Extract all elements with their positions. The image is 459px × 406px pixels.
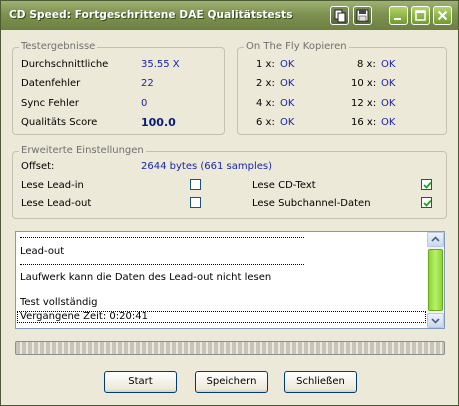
quality-score-value: 100.0 [141, 116, 176, 129]
otf-speed-16x: 16 x: [351, 117, 377, 128]
sync-errors-label: Sync Fehler [21, 98, 80, 109]
save-button[interactable]: Speichern [195, 371, 268, 393]
read-leadout-checkbox[interactable] [190, 197, 201, 208]
otf-speed-4x: 4 x: [256, 98, 275, 109]
sync-errors-value: 0 [141, 98, 148, 109]
scroll-thumb[interactable] [428, 249, 443, 311]
read-leadin-label: Lese Lead-in [21, 180, 84, 191]
otf-speed-8x: 8 x: [357, 59, 376, 70]
otf-status-1x: OK [280, 59, 295, 70]
close-button[interactable] [433, 6, 452, 25]
otf-status-8x: OK [381, 59, 396, 70]
otf-status-2x: OK [280, 78, 295, 89]
read-cdtext-label: Lese CD-Text [252, 180, 316, 191]
read-subchannel-label: Lese Subchannel-Daten [252, 198, 371, 209]
save-icon [356, 9, 369, 22]
progress-bar [15, 341, 445, 355]
otf-speed-10x: 10 x: [351, 78, 377, 89]
start-button[interactable]: Start [104, 371, 177, 393]
otf-status-6x: OK [280, 117, 295, 128]
dae-quality-window: CD Speed: Fortgeschrittene DAE Qualitäts… [0, 0, 459, 406]
log-line: Vergangene Zeit: 0:20:41 [20, 311, 148, 322]
close-icon [437, 10, 448, 21]
quality-score-label: Qualitäts Score [21, 117, 98, 128]
scroll-down-button[interactable] [427, 313, 444, 328]
data-errors-label: Datenfehler [21, 78, 81, 89]
minimize-button[interactable] [389, 6, 408, 25]
log-scrollbar[interactable] [427, 232, 444, 328]
read-cdtext-checkbox[interactable] [421, 179, 432, 190]
maximize-icon [415, 10, 426, 21]
avg-speed-value: 35.55 X [141, 59, 180, 70]
read-leadout-label: Lese Lead-out [21, 198, 92, 209]
data-errors-value: 22 [141, 78, 154, 89]
maximize-button[interactable] [411, 6, 430, 25]
arrow-up-icon [431, 236, 440, 242]
checkmark-icon [423, 181, 432, 189]
scroll-up-button[interactable] [427, 232, 444, 247]
log-line: Test vollständig [20, 297, 98, 308]
read-leadin-checkbox[interactable] [190, 179, 201, 190]
log-separator [20, 264, 304, 265]
otf-speed-6x: 6 x: [256, 117, 275, 128]
read-subchannel-checkbox[interactable] [421, 197, 432, 208]
log-output[interactable]: Lead-out Laufwerk kann die Daten des Lea… [15, 231, 445, 329]
arrow-down-icon [431, 318, 440, 324]
window-title: CD Speed: Fortgeschrittene DAE Qualitäts… [9, 9, 293, 21]
otf-status-12x: OK [381, 98, 396, 109]
copy-button[interactable] [330, 6, 349, 25]
avg-speed-label: Durchschnittliche [21, 59, 109, 70]
title-bar[interactable]: CD Speed: Fortgeschrittene DAE Qualitäts… [1, 1, 458, 30]
log-line: Lead-out [20, 246, 65, 257]
otf-status-4x: OK [280, 98, 295, 109]
otf-speed-1x: 1 x: [256, 59, 275, 70]
close-dialog-button[interactable]: Schließen [284, 371, 357, 393]
otf-status-16x: OK [381, 117, 396, 128]
log-line: Laufwerk kann die Daten des Lead-out nic… [20, 272, 272, 283]
save-title-button[interactable] [353, 6, 372, 25]
checkmark-icon [423, 199, 432, 207]
minimize-icon [394, 18, 401, 20]
otf-speed-2x: 2 x: [256, 78, 275, 89]
results-legend: Testergebnisse [19, 41, 98, 52]
otf-speed-12x: 12 x: [351, 98, 377, 109]
offset-label: Offset: [21, 161, 55, 172]
log-separator [20, 237, 304, 238]
offset-value: 2644 bytes (661 samples) [141, 161, 272, 172]
copy-icon [334, 9, 346, 23]
onthefly-legend: On The Fly Kopieren [244, 41, 349, 52]
advanced-legend: Erweiterte Einstellungen [19, 145, 146, 156]
otf-status-10x: OK [381, 78, 396, 89]
